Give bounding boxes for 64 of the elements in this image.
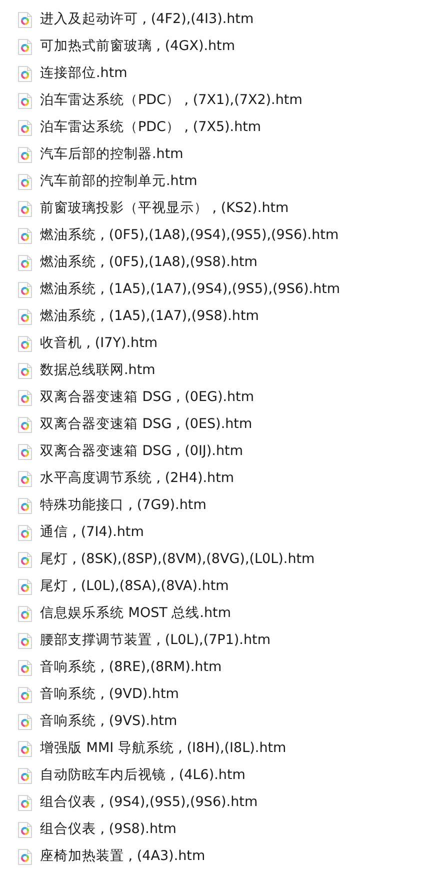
web-file-icon [18,92,32,108]
file-name[interactable]: 双离合器变速箱 DSG , (0IJ).htm [40,441,243,462]
web-file-icon [18,66,32,82]
web-file-icon [18,498,32,514]
file-name[interactable]: 前窗玻璃投影（平视显示） , (KS2).htm [40,198,289,219]
file-name[interactable]: 燃油系统 , (0F5),(1A8),(9S8).htm [40,252,258,273]
file-name[interactable]: 信息娱乐系统 MOST 总线.htm [40,603,231,624]
web-file-icon [18,174,32,190]
web-file-icon [18,146,32,162]
file-name[interactable]: 连接部位.htm [40,63,128,84]
web-file-icon [18,848,32,864]
web-file-icon [18,282,32,298]
web-file-icon [18,38,32,54]
file-name[interactable]: 自动防眩车内后视镜 , (4L6).htm [40,765,246,786]
file-name[interactable]: 尾灯 , (L0L),(8SA),(8VA).htm [40,576,229,597]
file-name[interactable]: 可加热式前窗玻璃 , (4GX).htm [40,36,235,57]
web-file-icon [18,200,32,216]
web-file-icon [18,686,32,702]
web-file-icon [18,12,32,28]
file-name[interactable]: 泊车雷达系统（PDC） , (7X1),(7X2).htm [40,90,302,111]
web-file-icon [18,714,32,730]
web-file-icon [18,228,32,244]
web-file-icon [18,552,32,568]
file-name[interactable]: 燃油系统 , (1A5),(1A7),(9S8).htm [40,306,259,327]
file-name[interactable]: 音响系统 , (9VD).htm [40,684,179,705]
file-name[interactable]: 双离合器变速箱 DSG , (0EG).htm [40,387,254,408]
file-name[interactable]: 腰部支撑调节装置 , (L0L),(7P1).htm [40,630,270,651]
file-name[interactable]: 组合仪表 , (9S4),(9S5),(9S6).htm [40,792,258,813]
file-name[interactable]: 泊车雷达系统（PDC） , (7X5).htm [40,117,262,138]
web-file-icon [18,660,32,676]
web-file-icon [18,524,32,540]
file-name[interactable]: 水平高度调节系统 , (2H4).htm [40,468,234,489]
web-file-icon [18,606,32,622]
file-name[interactable]: 通信 , (7I4).htm [40,522,144,543]
file-name[interactable]: 进入及起动许可 , (4F2),(4I3).htm [40,9,254,30]
file-name[interactable]: 尾灯 , (8SK),(8SP),(8VM),(8VG),(L0L).htm [40,549,315,570]
web-file-icon [18,740,32,756]
web-file-icon [18,120,32,136]
web-file-icon [18,470,32,486]
web-file-icon [18,336,32,352]
file-name[interactable]: 汽车后部的控制器.htm [40,144,184,165]
file-name[interactable]: 燃油系统 , (1A5),(1A7),(9S4),(9S5),(9S6).htm [40,279,340,300]
web-file-icon [18,444,32,460]
web-file-icon [18,822,32,838]
file-name[interactable]: 音响系统 , (9VS).htm [40,711,178,732]
web-file-icon [18,632,32,648]
web-file-icon [18,794,32,810]
file-name[interactable]: 增强版 MMI 导航系统 , (I8H),(I8L).htm [40,738,286,759]
web-file-icon [18,416,32,432]
file-name[interactable]: 燃油系统 , (0F5),(1A8),(9S4),(9S5),(9S6).htm [40,225,339,246]
file-name[interactable]: 组合仪表 , (9S8).htm [40,819,176,840]
web-file-icon [18,768,32,784]
file-name[interactable]: 音响系统 , (8RE),(8RM).htm [40,657,222,678]
web-file-icon [18,362,32,378]
file-name[interactable]: 数据总线联网.htm [40,360,156,381]
web-file-icon [18,308,32,324]
web-file-icon [18,390,32,406]
file-name[interactable]: 汽车前部的控制单元.htm [40,171,198,192]
file-name[interactable]: 收音机 , (I7Y).htm [40,333,158,354]
file-name[interactable]: 特殊功能接口 , (7G9).htm [40,495,206,516]
file-name[interactable]: 座椅加热装置 , (4A3).htm [40,846,206,867]
web-file-icon [18,254,32,270]
web-file-icon [18,578,32,594]
file-name[interactable]: 双离合器变速箱 DSG , (0ES).htm [40,414,252,435]
